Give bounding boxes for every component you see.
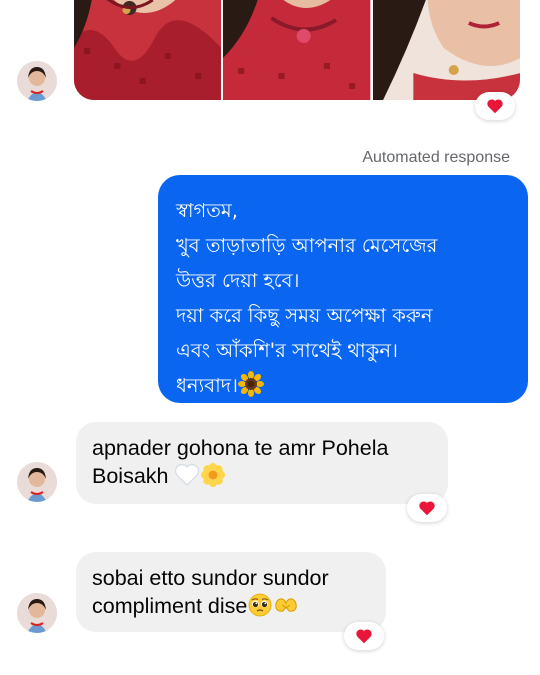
message-line: দয়া করে কিছু সময় অপেক্ষা করুন (176, 304, 433, 327)
message-line: উত্তর দেয়া হবে। (176, 269, 300, 292)
incoming-message-bubble[interactable]: apnader gohona te amr Pohela Boisakh (76, 422, 448, 504)
message-line: স্বাগতম, (176, 199, 238, 222)
message-line-last: ধন্যবাদ। (176, 368, 514, 403)
message-line: sobai etto sundor sundor (92, 566, 329, 590)
blossom-emoji (201, 463, 226, 487)
reaction-badge[interactable] (407, 494, 447, 522)
message-line-text: compliment dise (92, 594, 248, 618)
avatar[interactable] (17, 61, 57, 101)
message-line-text: ধন্যবাদ। (176, 374, 238, 397)
pleading-face-emoji (248, 593, 272, 617)
automated-response-label: Automated response (362, 149, 510, 166)
avatar[interactable] (17, 593, 57, 633)
heart-icon (356, 629, 372, 644)
message-line: apnader gohona te amr Pohela (92, 436, 389, 460)
attachment-photo-2[interactable] (223, 0, 371, 100)
sunflower-emoji (237, 371, 264, 397)
message-line: এবং আঁকশি'র সাথেই থাকুন। (176, 339, 398, 362)
incoming-message-bubble[interactable]: sobai etto sundor sundor compliment dise (76, 552, 386, 632)
reaction-badge[interactable] (344, 622, 384, 650)
reaction-badge[interactable] (475, 92, 515, 120)
message-line-text: Boisakh (92, 464, 169, 488)
heart-icon (487, 99, 503, 114)
message-line-last: compliment dise (92, 592, 370, 620)
white-heart-emoji (175, 464, 200, 486)
message-line-last: Boisakh (92, 462, 432, 490)
photo-attachment-strip[interactable] (74, 0, 520, 100)
outgoing-message-bubble[interactable]: স্বাগতম, খুব তাড়াতাড়ি আপনার মেসেজের উত… (158, 175, 528, 403)
message-line: খুব তাড়াতাড়ি আপনার মেসেজের (176, 234, 438, 257)
avatar[interactable] (17, 462, 57, 502)
heart-hands-emoji (275, 598, 297, 612)
attachment-photo-3[interactable] (372, 0, 520, 100)
attachment-photo-1[interactable] (74, 0, 222, 100)
heart-icon (419, 501, 435, 516)
